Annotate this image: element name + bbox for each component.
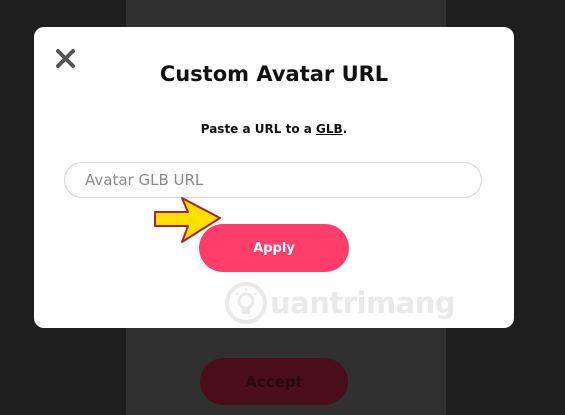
app-screen: Accept Custom Avatar URL Paste a URL to …	[0, 0, 565, 415]
avatar-glb-url-input[interactable]	[64, 162, 482, 198]
apply-button[interactable]: Apply	[199, 224, 349, 272]
glb-link[interactable]: GLB	[316, 122, 343, 136]
dialog-title: Custom Avatar URL	[159, 62, 389, 86]
subtitle-text: Paste a URL to a	[200, 122, 317, 136]
background-accept-button: Accept	[200, 358, 348, 405]
dialog-subtitle: Paste a URL to a GLB.	[34, 122, 514, 136]
custom-avatar-url-dialog: Custom Avatar URL Paste a URL to a GLB. …	[34, 27, 514, 328]
subtitle-suffix: .	[342, 122, 348, 136]
